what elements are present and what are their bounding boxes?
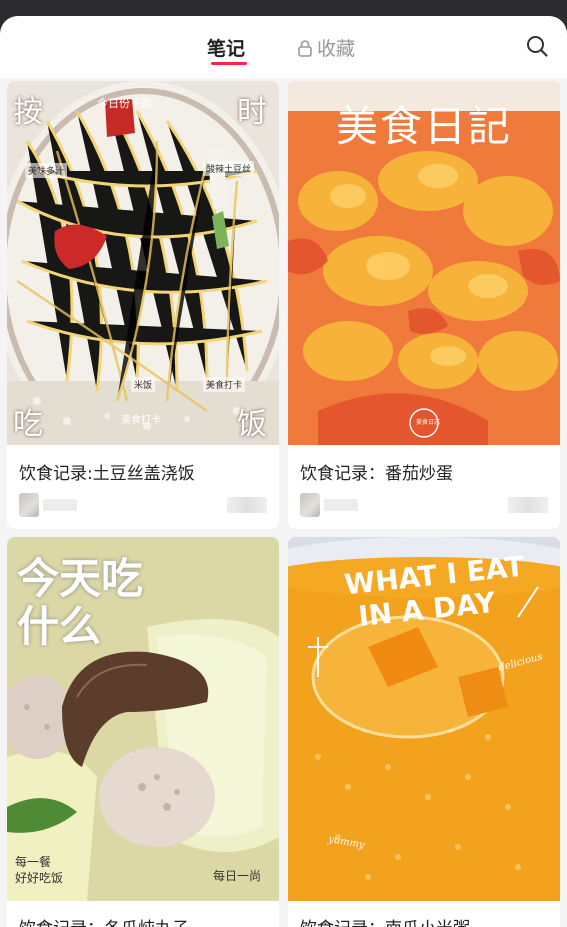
search-button[interactable] [525, 34, 549, 58]
lock-icon [298, 39, 312, 57]
cover-text-daily: 每日一尚 [213, 869, 262, 883]
cover-text-shi: 时 [237, 95, 267, 130]
author-avatar[interactable] [19, 493, 39, 517]
cover-stamp-text: 美食日志 [416, 419, 441, 426]
active-tab-indicator [211, 62, 247, 65]
cover-label: 米饭 [131, 377, 156, 392]
like-count-blurred[interactable] [227, 497, 267, 513]
note-title[interactable]: 饮食记录：番茄炒蛋 [300, 459, 453, 484]
tab-notes-label: 笔记 [207, 38, 246, 60]
search-icon [527, 36, 548, 57]
note-cover-image[interactable]: 今天吃 什么 每一餐 好好吃饭 每日一尚 [7, 537, 279, 901]
note-title[interactable]: 饮食记录：冬瓜炖丸子 [19, 914, 189, 927]
like-count-blurred[interactable] [508, 497, 548, 513]
tab-favorites[interactable]: 收藏 [297, 34, 355, 61]
tab-favorites-label: 收藏 [317, 38, 356, 60]
tab-notes[interactable]: 笔记 [207, 34, 245, 61]
tab-bar: 笔记 收藏 [0, 16, 567, 78]
note-cover-image[interactable]: 美食日記 美食日志 [288, 81, 560, 445]
cover-text-an: 按 [13, 95, 43, 130]
note-cover-image[interactable]: 按 时 吃 饭 今日份下厨 美食打卡 美味多汁 酸辣土豆丝 米饭 美食打卡 [7, 81, 279, 445]
cover-title-food-diary: 美食日記 [336, 102, 513, 151]
cover-title-what-to-eat-2: 什么 [17, 602, 102, 651]
cover-text-today: 今日份下厨 [97, 97, 152, 110]
note-card[interactable]: WHAT I EAT IN A DAY delicious yummy 饮食记录… [288, 537, 560, 927]
author-avatar[interactable] [300, 493, 320, 517]
cover-text-every-meal: 每一餐 [15, 855, 52, 869]
cover-label: 美味多汁 [25, 163, 68, 178]
cover-text-checkin: 美食打卡 [121, 415, 161, 426]
author-name-blurred[interactable] [324, 499, 358, 511]
notes-sheet: 笔记 收藏 按 时 吃 饭 今日份下厨 美食打卡 美味多汁 酸辣土豆丝 米饭 美… [0, 16, 567, 927]
cover-label: 美食打卡 [203, 377, 246, 392]
note-title[interactable]: 饮食记录：南瓜小米粥 [300, 914, 470, 927]
cover-label: 酸辣土豆丝 [203, 161, 255, 176]
author-name-blurred[interactable] [43, 499, 77, 511]
cover-text-fan: 饭 [237, 407, 267, 442]
note-card[interactable]: 按 时 吃 饭 今日份下厨 美食打卡 美味多汁 酸辣土豆丝 米饭 美食打卡 饮食… [7, 81, 279, 529]
note-card[interactable]: 美食日記 美食日志 饮食记录：番茄炒蛋 [288, 81, 560, 529]
note-title[interactable]: 饮食记录:土豆丝盖浇饭 [19, 459, 195, 484]
note-cover-image[interactable]: WHAT I EAT IN A DAY delicious yummy [288, 537, 560, 901]
note-card[interactable]: 今天吃 什么 每一餐 好好吃饭 每日一尚 饮食记录：冬瓜炖丸子 [7, 537, 279, 927]
cover-text-eat-well: 好好吃饭 [15, 871, 64, 885]
cover-text-chi: 吃 [13, 407, 43, 442]
